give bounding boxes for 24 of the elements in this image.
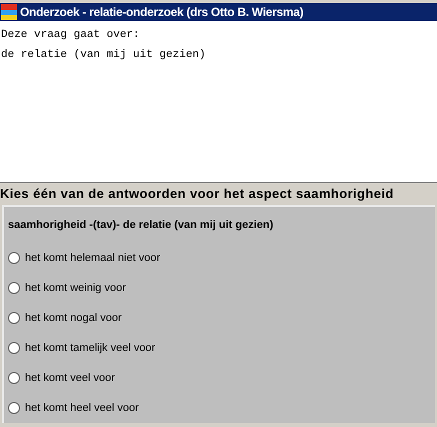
- option-label: het komt veel voor: [25, 370, 115, 386]
- intro-text: de relatie (van mij uit gezien): [1, 48, 207, 63]
- option-label: het komt heel veel voor: [25, 400, 139, 416]
- question-text: saamhorigheid -(tav)- de relatie (van mij uit gezien): [8, 218, 274, 232]
- section-heading: Kies één van de antwoorden voor het aspect saamhorigheid: [0, 184, 395, 203]
- radio-button[interactable]: [8, 312, 20, 324]
- window-title: Onderzoek - relatie-onderzoek (drs Otto B. Wiersma): [20, 4, 304, 21]
- radio-option[interactable]: het komt heel veel voor: [8, 393, 139, 423]
- radio-button[interactable]: [8, 282, 20, 294]
- intro-text: Deze vraag gaat over:: [1, 28, 141, 43]
- radio-button[interactable]: [8, 402, 20, 414]
- app-icon: [1, 4, 17, 20]
- radio-option[interactable]: het komt veel voor: [8, 363, 115, 393]
- option-label: het komt weinig voor: [25, 280, 126, 296]
- option-label: het komt helemaal niet voor: [25, 250, 160, 266]
- radio-option[interactable]: het komt weinig voor: [8, 273, 126, 303]
- option-label: het komt tamelijk veel voor: [25, 340, 156, 356]
- radio-button[interactable]: [8, 342, 20, 354]
- radio-button[interactable]: [8, 372, 20, 384]
- radio-option[interactable]: het komt helemaal niet voor: [8, 243, 160, 273]
- radio-option[interactable]: het komt tamelijk veel voor: [8, 333, 156, 363]
- option-label: het komt nogal voor: [25, 310, 122, 326]
- radio-option[interactable]: het komt nogal voor: [8, 303, 122, 333]
- radio-button[interactable]: [8, 252, 20, 264]
